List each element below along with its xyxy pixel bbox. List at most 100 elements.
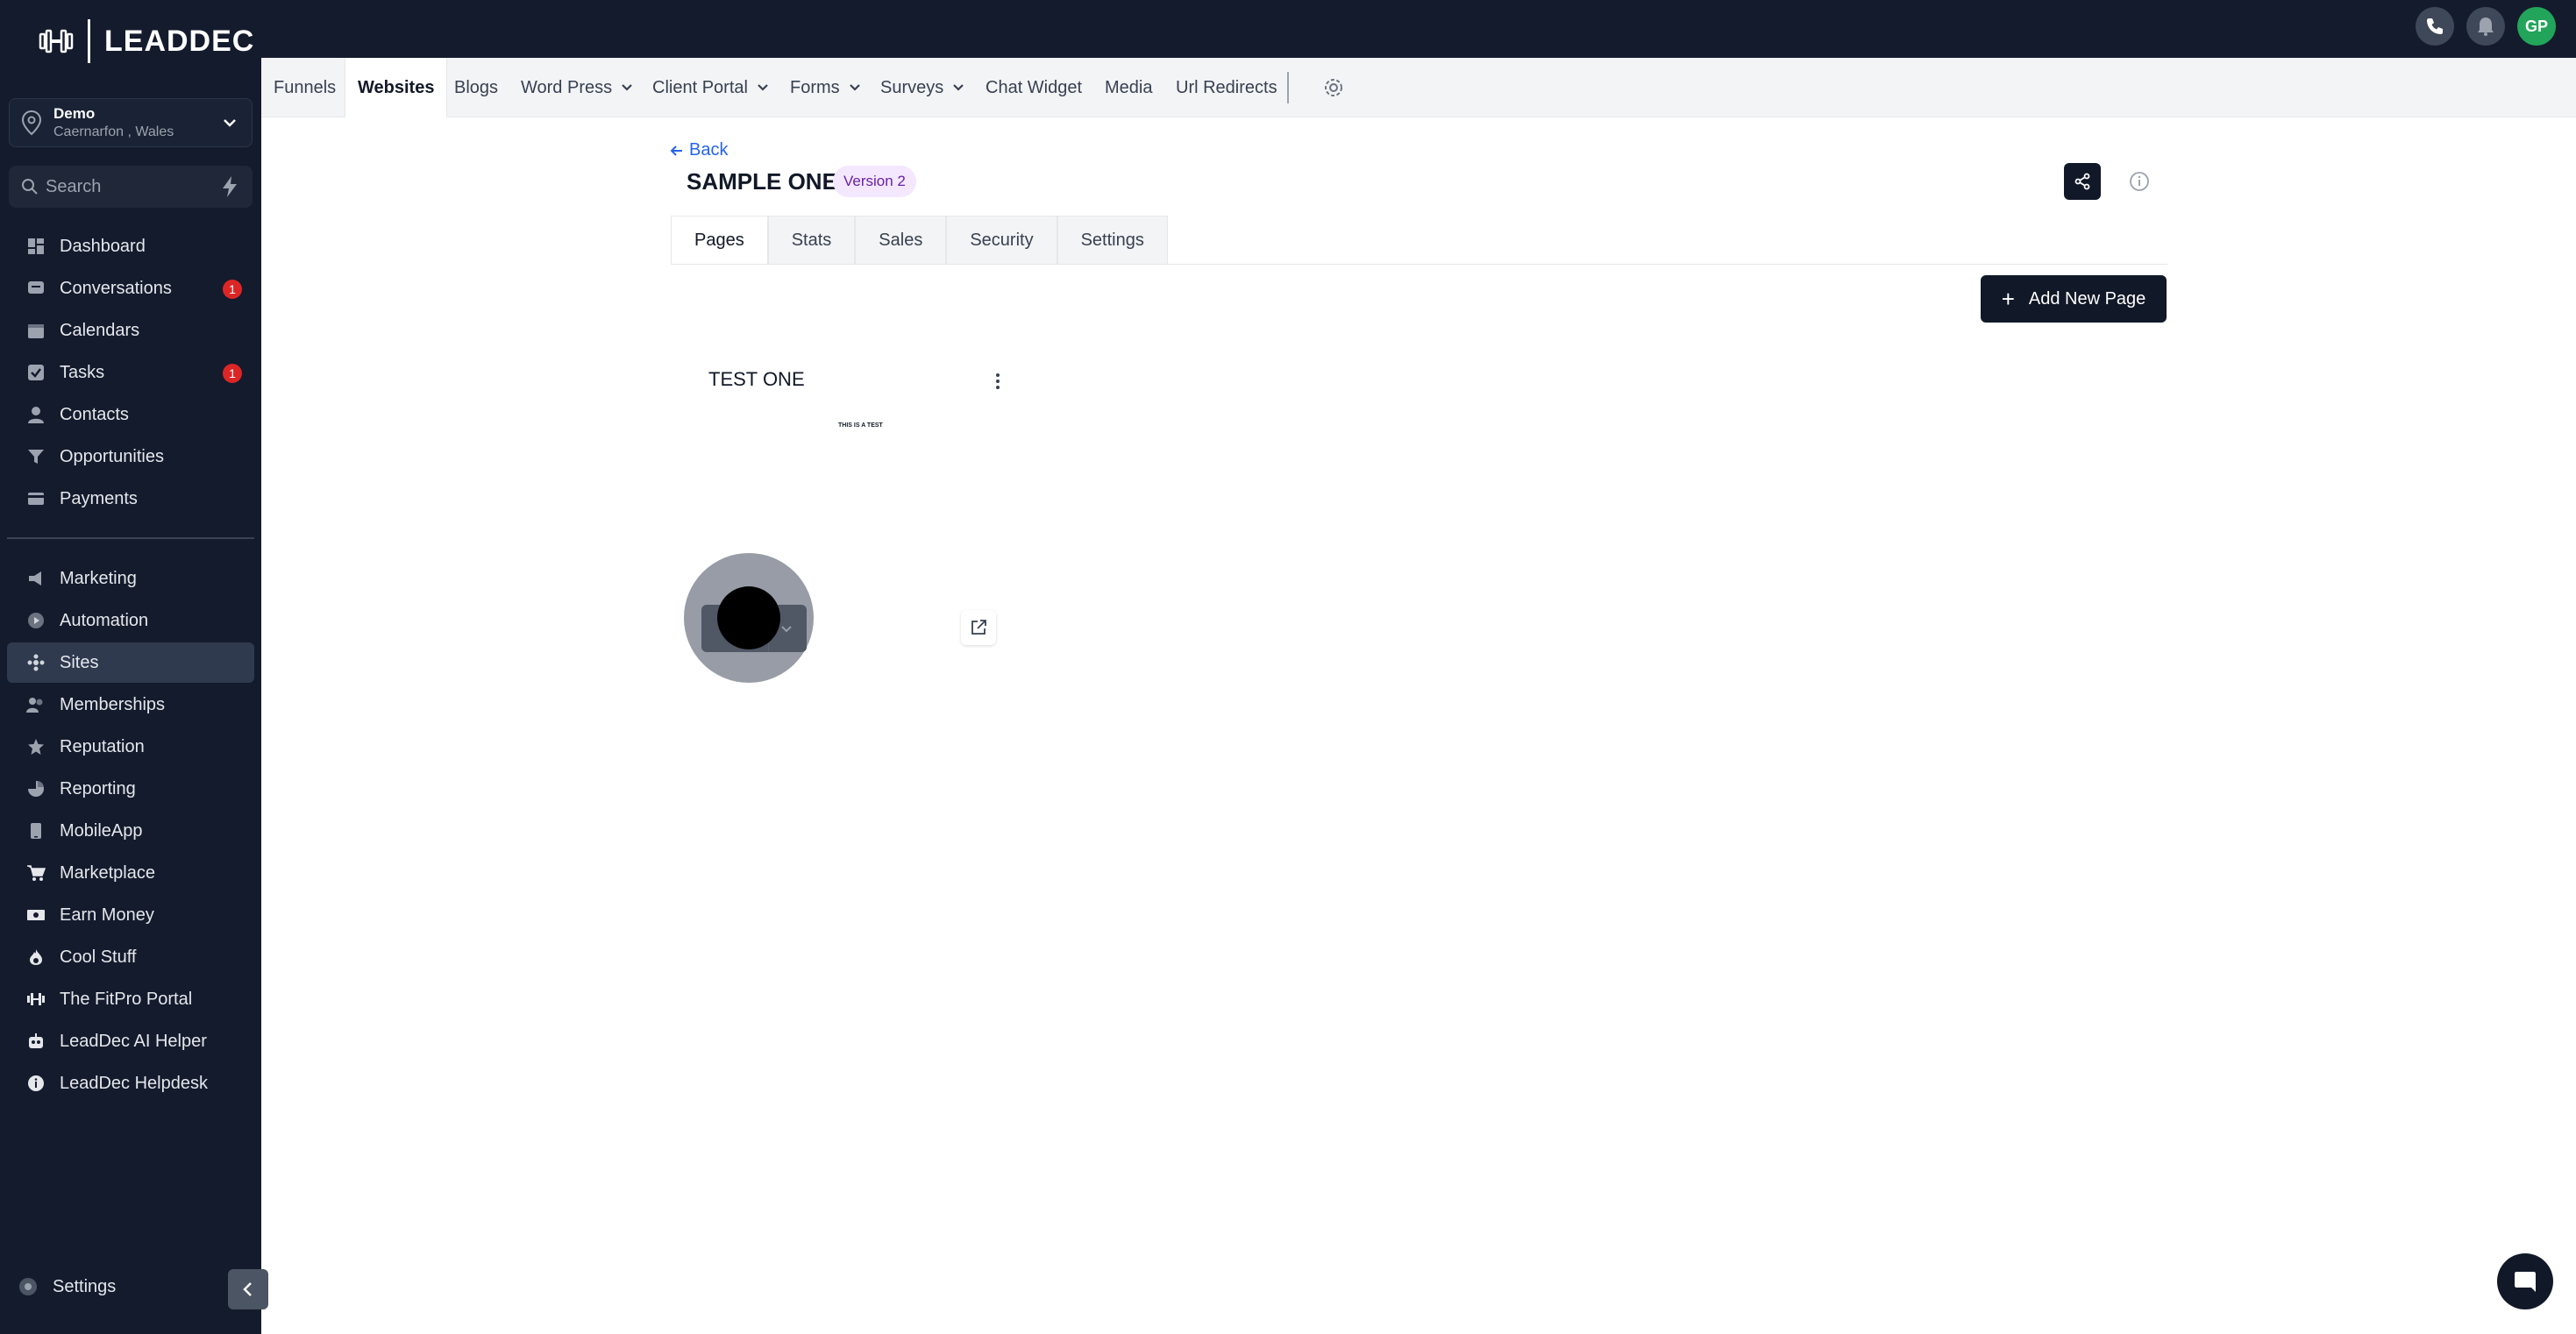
sidebar-item-calendars[interactable]: Calendars [7, 310, 254, 351]
subnav-media[interactable]: Media [1105, 58, 1152, 117]
subnav-label: Chat Widget [986, 77, 1083, 97]
tab-settings[interactable]: Settings [1057, 216, 1168, 265]
dumbbell-logo-icon [39, 29, 74, 53]
chat-icon [26, 279, 46, 298]
play-icon [26, 611, 46, 630]
share-button[interactable] [2064, 163, 2101, 200]
subnav-label: Word Press [521, 77, 613, 97]
search-input[interactable] [46, 176, 212, 197]
cursor-dot [717, 586, 780, 649]
megaphone-icon [26, 569, 46, 588]
page-card-title: TEST ONE [708, 368, 805, 390]
brand-logo[interactable]: LEADDEC [39, 19, 254, 63]
quick-action-button[interactable] [214, 173, 246, 201]
sidebar-item-dashboard[interactable]: Dashboard [7, 226, 254, 266]
gear-icon[interactable] [1322, 76, 1345, 99]
sidebar-item-label: Contacts [60, 404, 129, 424]
call-button[interactable] [2416, 7, 2454, 46]
dumbbell-icon [26, 990, 46, 1009]
account-switcher[interactable]: Demo Caernarfon , Wales [9, 98, 253, 147]
sidebar-item-label: LeadDec AI Helper [60, 1031, 207, 1051]
chevron-down-icon [224, 119, 236, 127]
sidebar-item-tasks[interactable]: Tasks 1 [7, 352, 254, 393]
chat-bubble-icon [2515, 1272, 2536, 1292]
subnav-label: Surveys [880, 77, 944, 97]
info-circle-icon[interactable] [2128, 170, 2151, 193]
sidebar-item-ai-helper[interactable]: LeadDec AI Helper [7, 1021, 254, 1061]
task-count-badge: 1 [223, 364, 242, 383]
back-label: Back [689, 140, 729, 160]
user-avatar[interactable]: GP [2517, 7, 2556, 46]
subnav-funnels[interactable]: Funnels [274, 58, 336, 117]
arrow-left-icon [670, 145, 682, 156]
subnav-label: Websites [358, 77, 435, 97]
back-link[interactable]: Back [670, 140, 728, 160]
sidebar-item-marketing[interactable]: Marketing [7, 558, 254, 599]
sidebar-item-label: Earn Money [60, 905, 154, 925]
collapse-sidebar-button[interactable] [228, 1269, 268, 1309]
sidebar-item-helpdesk[interactable]: LeadDec Helpdesk [7, 1063, 254, 1103]
sidebar-item-opportunities[interactable]: Opportunities [7, 436, 254, 477]
sidebar-item-reputation[interactable]: Reputation [7, 727, 254, 767]
phone-call-icon [2427, 18, 2443, 34]
sidebar-item-cool-stuff[interactable]: Cool Stuff [7, 937, 254, 977]
tab-pages[interactable]: Pages [671, 216, 768, 265]
location-pin-icon [21, 110, 42, 136]
sidebar-item-label: Automation [60, 610, 149, 630]
account-name: Demo [53, 105, 96, 122]
sidebar-item-memberships[interactable]: Memberships [7, 685, 254, 725]
subnav-client-portal[interactable]: Client Portal [652, 58, 769, 117]
subnav-blogs[interactable]: Blogs [454, 58, 498, 117]
sidebar-item-label: Tasks [60, 362, 105, 382]
subnav-divider [1287, 72, 1289, 103]
sidebar-item-earn-money[interactable]: Earn Money [7, 895, 254, 935]
sidebar-item-settings[interactable]: Settings [18, 1276, 116, 1297]
sidebar-item-contacts[interactable]: Contacts [7, 394, 254, 435]
sidebar-item-label: Conversations [60, 278, 172, 298]
chat-widget-button[interactable] [2497, 1253, 2553, 1309]
sidebar-item-reporting[interactable]: Reporting [7, 769, 254, 809]
dashboard-icon [26, 237, 46, 256]
sidebar-item-label: Settings [53, 1276, 117, 1296]
sidebar-item-label: Opportunities [60, 446, 164, 466]
sidebar-item-marketplace[interactable]: Marketplace [7, 853, 254, 893]
kebab-menu-icon[interactable] [989, 368, 1007, 394]
subnav-surveys[interactable]: Surveys [880, 58, 964, 117]
subnav-label: Media [1105, 77, 1153, 97]
notifications-button[interactable] [2466, 7, 2505, 46]
subnav-chat-widget[interactable]: Chat Widget [986, 58, 1082, 117]
subnav-word-press[interactable]: Word Press [521, 58, 633, 117]
sidebar-item-label: Memberships [60, 694, 166, 714]
tabs-underline [671, 264, 2167, 265]
subnav-label: Funnels [274, 77, 337, 97]
page-card[interactable]: TEST ONE THIS IS A TEST [684, 358, 1017, 683]
tab-stats[interactable]: Stats [767, 216, 856, 265]
subnav-url-redirects[interactable]: Url Redirects [1176, 58, 1277, 117]
check-icon [26, 363, 46, 382]
share-icon [2074, 173, 2090, 190]
sidebar-item-mobileapp[interactable]: MobileApp [7, 811, 254, 851]
money-icon [26, 905, 46, 925]
version-badge[interactable]: Version 2 [833, 166, 916, 197]
sidebar-divider [7, 537, 254, 539]
sidebar-item-payments[interactable]: Payments [7, 479, 254, 519]
sidebar-item-label: Payments [60, 488, 138, 508]
page-thumbnail[interactable]: THIS IS A TEST [838, 422, 883, 429]
add-new-page-button[interactable]: + Add New Page [1981, 275, 2167, 323]
cart-icon [26, 863, 46, 883]
subnav-forms[interactable]: Forms [790, 58, 861, 117]
page-title: SAMPLE ONE [687, 168, 837, 195]
tab-sales[interactable]: Sales [855, 216, 947, 265]
sidebar-item-label: Sites [60, 652, 99, 672]
sidebar-item-sites[interactable]: Sites [7, 642, 254, 683]
sidebar-item-automation[interactable]: Automation [7, 600, 254, 641]
external-link-icon [971, 620, 986, 635]
subnav-websites[interactable]: Websites [345, 58, 448, 117]
sidebar-item-fitpro-portal[interactable]: The FitPro Portal [7, 979, 254, 1019]
open-external-button[interactable] [961, 610, 996, 645]
chevron-left-icon [243, 1282, 252, 1296]
sidebar: LEADDEC Demo Caernarfon , Wales Dashboar… [0, 0, 261, 1334]
tab-security[interactable]: Security [946, 216, 1057, 265]
search-icon [22, 179, 38, 195]
sidebar-item-conversations[interactable]: Conversations 1 [7, 268, 254, 309]
